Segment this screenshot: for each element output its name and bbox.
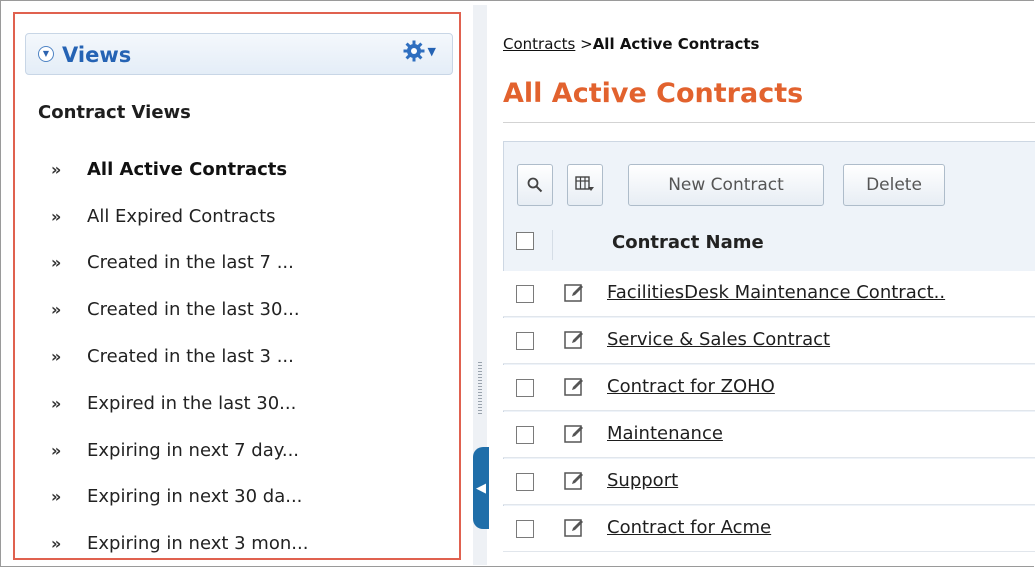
table-row: FacilitiesDesk Maintenance Contract.. [503, 271, 1035, 317]
contract-name-link[interactable]: Contract for ZOHO [607, 376, 775, 397]
column-chooser-button[interactable] [567, 164, 603, 206]
double-chevron-icon: » [51, 300, 62, 320]
view-item-expired-last-30[interactable]: » Expired in the last 30... [51, 380, 308, 427]
contract-name-link[interactable]: Contract for Acme [607, 517, 771, 538]
edit-icon[interactable] [564, 329, 586, 351]
view-item-label: Expiring in next 7 day... [87, 439, 300, 461]
view-item-all-expired[interactable]: » All Expired Contracts [51, 193, 308, 240]
title-divider [503, 122, 1035, 123]
table-row: Service & Sales Contract [503, 318, 1035, 364]
splitter-grip[interactable] [478, 362, 482, 414]
row-checkbox[interactable] [516, 332, 534, 350]
row-checkbox[interactable] [516, 379, 534, 397]
panel-splitter[interactable]: ◀ [473, 5, 489, 565]
contract-name-link[interactable]: Service & Sales Contract [607, 329, 830, 350]
view-item-expiring-next-7[interactable]: » Expiring in next 7 day... [51, 427, 308, 474]
contract-views-heading: Contract Views [38, 102, 191, 123]
view-item-label: All Expired Contracts [87, 205, 276, 227]
view-item-label: Expiring in next 30 da... [87, 486, 303, 508]
double-chevron-icon: » [51, 534, 62, 554]
view-item-expiring-next-3-months[interactable]: » Expiring in next 3 mon... [51, 520, 308, 567]
edit-icon[interactable] [564, 423, 586, 445]
double-chevron-icon: » [51, 347, 62, 367]
gear-icon [402, 39, 426, 63]
view-list: » All Active Contracts » All Expired Con… [51, 146, 308, 567]
double-chevron-icon: » [51, 206, 62, 226]
double-chevron-icon: » [51, 159, 62, 179]
edit-icon[interactable] [564, 470, 586, 492]
delete-button[interactable]: Delete [843, 164, 945, 206]
table-row: Maintenance [503, 412, 1035, 458]
breadcrumb: Contracts >All Active Contracts [503, 35, 759, 53]
chevron-left-icon: ◀ [476, 480, 486, 496]
view-item-label: Created in the last 3 ... [87, 346, 294, 368]
contract-name-link[interactable]: FacilitiesDesk Maintenance Contract.. [607, 282, 945, 303]
view-item-label: Expired in the last 30... [87, 392, 297, 414]
double-chevron-icon: » [51, 393, 62, 413]
column-divider [552, 230, 553, 260]
edit-icon[interactable] [564, 517, 586, 539]
breadcrumb-contracts-link[interactable]: Contracts [503, 35, 575, 53]
views-header: ▼ Views ▼ [25, 33, 453, 75]
view-item-label: Expiring in next 3 mon... [87, 533, 309, 555]
table-header: Contract Name [503, 222, 1035, 268]
edit-icon[interactable] [564, 376, 586, 398]
row-checkbox[interactable] [516, 520, 534, 538]
table-row: Support [503, 459, 1035, 505]
views-settings-button[interactable]: ▼ [402, 39, 436, 63]
row-checkbox[interactable] [516, 473, 534, 491]
table-row: Contract for ZOHO [503, 365, 1035, 411]
edit-icon[interactable] [564, 282, 586, 304]
row-checkbox[interactable] [516, 426, 534, 444]
column-header-contract-name[interactable]: Contract Name [612, 232, 764, 253]
double-chevron-icon: » [51, 253, 62, 273]
row-checkbox[interactable] [516, 285, 534, 303]
caret-down-icon: ▼ [427, 44, 436, 58]
collapse-panel-handle[interactable]: ◀ [473, 447, 489, 529]
view-item-created-last-3[interactable]: » Created in the last 3 ... [51, 333, 308, 380]
page-title: All Active Contracts [503, 78, 804, 109]
breadcrumb-current: All Active Contracts [592, 35, 760, 53]
view-item-expiring-next-30[interactable]: » Expiring in next 30 da... [51, 474, 308, 521]
view-item-created-last-30[interactable]: » Created in the last 30... [51, 286, 308, 333]
search-icon [527, 177, 543, 193]
view-item-created-last-7[interactable]: » Created in the last 7 ... [51, 240, 308, 287]
search-button[interactable] [517, 164, 553, 206]
views-title: Views [62, 43, 132, 67]
double-chevron-icon: » [51, 487, 62, 507]
select-all-checkbox[interactable] [516, 232, 534, 250]
view-item-label: All Active Contracts [87, 158, 288, 180]
new-contract-button[interactable]: New Contract [628, 164, 824, 206]
contract-name-link[interactable]: Support [607, 470, 678, 491]
view-item-label: Created in the last 30... [87, 299, 300, 321]
breadcrumb-separator: > [580, 35, 593, 53]
double-chevron-icon: » [51, 440, 62, 460]
table-row: Contract for Acme [503, 506, 1035, 552]
chevron-down-icon[interactable]: ▼ [38, 46, 54, 62]
views-panel: ▼ Views ▼ Contract Views » All Active Co… [13, 12, 461, 560]
view-item-all-active[interactable]: » All Active Contracts [51, 146, 308, 193]
view-item-label: Created in the last 7 ... [87, 252, 294, 274]
contract-name-link[interactable]: Maintenance [607, 423, 723, 444]
column-chooser-icon [575, 176, 595, 194]
